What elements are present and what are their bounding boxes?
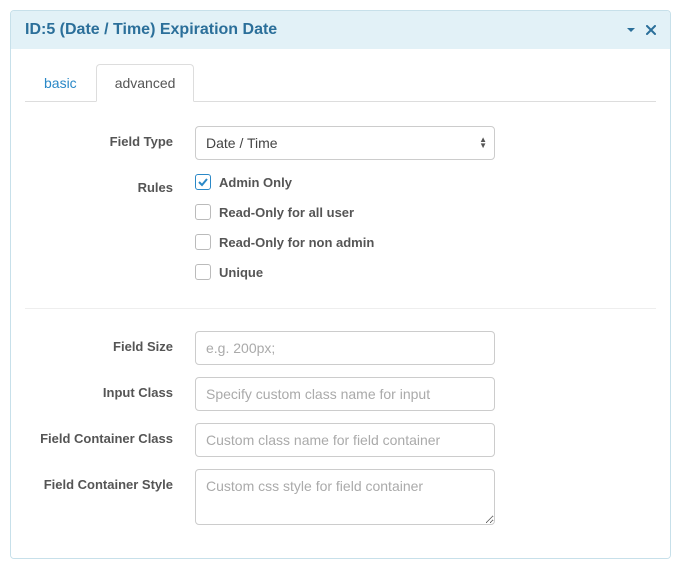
close-icon[interactable] (646, 22, 656, 38)
checkbox-admin-only[interactable] (195, 174, 211, 190)
field-type-select[interactable]: Date / Time (195, 126, 495, 160)
field-container-style-textarea[interactable] (195, 469, 495, 525)
label-input-class: Input Class (25, 377, 195, 400)
panel-body: basic advanced Field Type Date / Time ▲▼… (11, 49, 670, 558)
row-field-size: Field Size (25, 331, 656, 365)
checkbox-unique[interactable] (195, 264, 211, 280)
input-class-input[interactable] (195, 377, 495, 411)
label-field-size: Field Size (25, 331, 195, 354)
checkbox-label-unique: Unique (219, 265, 263, 280)
row-rules: Rules Admin Only Read-Only for all user (25, 172, 656, 294)
field-container-class-input[interactable] (195, 423, 495, 457)
label-rules: Rules (25, 172, 195, 195)
checkbox-label-read-only-all: Read-Only for all user (219, 205, 354, 220)
field-settings-panel: ID:5 (Date / Time) Expiration Date basic… (10, 10, 671, 559)
checkbox-label-read-only-non-admin: Read-Only for non admin (219, 235, 374, 250)
checkbox-read-only-all[interactable] (195, 204, 211, 220)
panel-actions (626, 22, 656, 38)
tab-basic[interactable]: basic (25, 64, 96, 102)
row-field-container-class: Field Container Class (25, 423, 656, 457)
caret-down-icon[interactable] (626, 22, 636, 38)
row-input-class: Input Class (25, 377, 656, 411)
label-field-container-style: Field Container Style (25, 469, 195, 492)
label-field-container-class: Field Container Class (25, 423, 195, 446)
tabs: basic advanced (25, 63, 656, 102)
checkbox-label-admin-only: Admin Only (219, 175, 292, 190)
panel-header: ID:5 (Date / Time) Expiration Date (11, 11, 670, 49)
field-size-input[interactable] (195, 331, 495, 365)
row-field-container-style: Field Container Style (25, 469, 656, 528)
separator (25, 308, 656, 309)
panel-title: ID:5 (Date / Time) Expiration Date (25, 21, 277, 39)
tab-advanced[interactable]: advanced (96, 64, 195, 102)
row-field-type: Field Type Date / Time ▲▼ (25, 126, 656, 160)
label-field-type: Field Type (25, 126, 195, 149)
checkbox-read-only-non-admin[interactable] (195, 234, 211, 250)
